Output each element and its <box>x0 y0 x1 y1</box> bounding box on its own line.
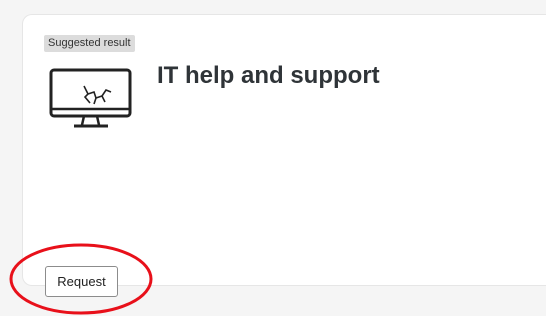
suggested-result-card <box>22 14 546 286</box>
result-title[interactable]: IT help and support <box>157 58 380 94</box>
suggested-result-badge: Suggested result <box>44 35 135 52</box>
request-button[interactable]: Request <box>45 266 118 297</box>
broken-monitor-icon <box>48 68 134 132</box>
